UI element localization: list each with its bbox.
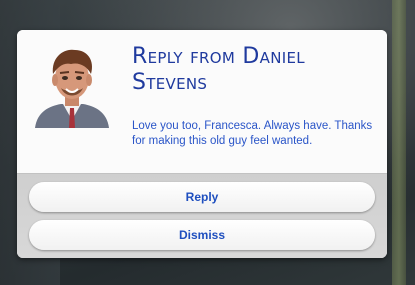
- dialog-message: Love you too, Francesca. Always have. Th…: [132, 120, 373, 147]
- sim-portrait-icon: [31, 42, 113, 128]
- reply-button[interactable]: Reply: [29, 182, 375, 212]
- background-bamboo: [392, 0, 406, 285]
- dismiss-button[interactable]: Dismiss: [29, 220, 375, 250]
- dialog-content-area: Reply from Daniel Stevens Love you too, …: [17, 30, 387, 173]
- notification-dialog: Reply from Daniel Stevens Love you too, …: [17, 30, 387, 258]
- dialog-title: Reply from Daniel Stevens: [132, 44, 305, 95]
